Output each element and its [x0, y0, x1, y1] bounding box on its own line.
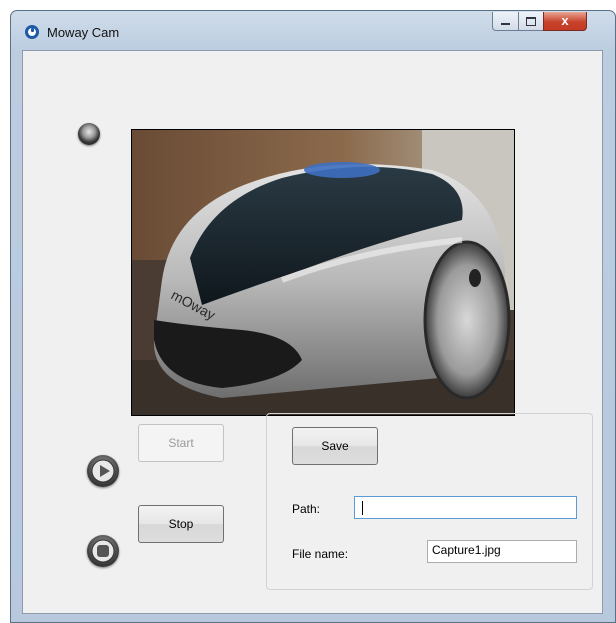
window-title: Moway Cam — [47, 25, 120, 40]
maximize-icon — [526, 17, 536, 26]
stop-icon — [87, 535, 119, 567]
play-icon — [87, 455, 119, 487]
minimize-button[interactable] — [492, 12, 519, 31]
filename-label: File name: — [292, 547, 349, 561]
camera-image: mOway — [132, 130, 514, 415]
close-icon: x — [561, 13, 569, 28]
app-window: Moway Cam x mOway Start Stop Save Path: … — [10, 10, 616, 623]
start-button[interactable]: Start — [138, 424, 224, 462]
save-button[interactable]: Save — [292, 427, 378, 465]
path-input[interactable] — [354, 496, 577, 519]
path-label: Path: — [292, 502, 321, 516]
client-area: mOway Start Stop Save Path: File name: C… — [22, 50, 603, 614]
camera-view: mOway — [131, 129, 515, 416]
close-button[interactable]: x — [543, 12, 587, 31]
maximize-button[interactable] — [518, 12, 544, 31]
minimize-icon — [501, 23, 510, 25]
filename-input[interactable]: Capture1.jpg — [427, 540, 577, 563]
stop-button[interactable]: Stop — [138, 505, 224, 543]
status-led-icon — [78, 123, 100, 145]
title-bar[interactable]: Moway Cam x — [11, 11, 615, 51]
text-caret — [362, 501, 363, 515]
moway-cam-icon — [25, 25, 39, 39]
save-panel: Save Path: File name: Capture1.jpg — [266, 413, 593, 590]
